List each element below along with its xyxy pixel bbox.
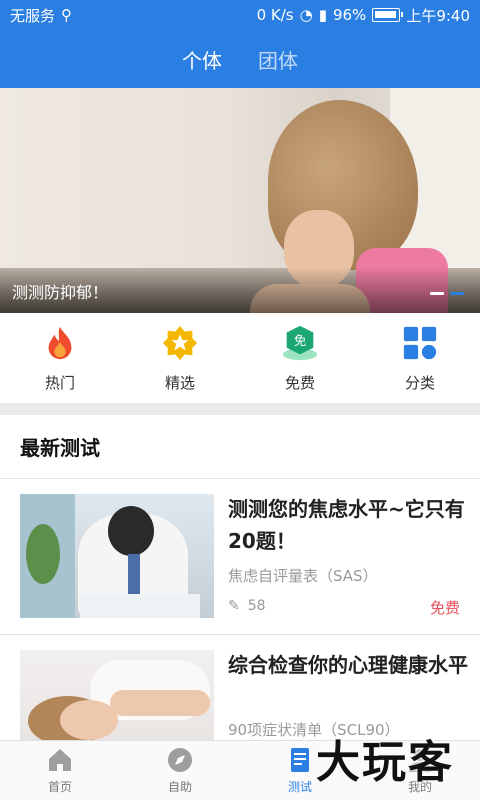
- quick-entry-hot[interactable]: 热门: [0, 313, 120, 403]
- status-bar: 无服务 ⚲ 0 K/s ◔ ▮ 96% 上午9:40: [0, 0, 480, 30]
- compass-icon: [168, 748, 192, 772]
- book-icon: [291, 748, 309, 772]
- quick-entry-label: 分类: [404, 373, 435, 392]
- quick-entry-featured[interactable]: 精选: [120, 313, 240, 403]
- nav-label: 测试: [287, 780, 312, 794]
- quick-entry-row: 热门 精选 免 免费 分类: [0, 313, 480, 403]
- carousel-dot-active: [450, 292, 464, 295]
- test-title: 测测您的焦虑水平~它只有20题！: [228, 497, 465, 553]
- test-thumbnail: [20, 650, 214, 740]
- nav-label: 自助: [167, 780, 192, 794]
- test-subtitle: 焦虑自评量表（SAS）: [228, 567, 378, 585]
- quick-entry-free[interactable]: 免 免费: [240, 313, 360, 403]
- clock: 上午9:40: [406, 6, 470, 25]
- signal-icon: ▮: [318, 6, 327, 24]
- thumb-face: [60, 700, 118, 740]
- tab-group[interactable]: 团体: [258, 45, 298, 74]
- quick-entry-label: 热门: [44, 373, 75, 392]
- nav-home[interactable]: 首页: [0, 741, 120, 800]
- carousel-dot: [430, 292, 444, 295]
- test-card[interactable]: 综合检查你的心理健康水平 90项症状清单（SCL90）: [0, 635, 480, 740]
- test-title: 综合检查你的心理健康水平: [228, 653, 468, 677]
- test-card[interactable]: 测测您的焦虑水平~它只有20题！ 焦虑自评量表（SAS） ✎ 58 免费: [0, 479, 480, 634]
- tab-individual[interactable]: 个体: [182, 45, 222, 74]
- flame-icon: [48, 326, 72, 359]
- network-speed: 0 K/s: [256, 6, 294, 24]
- pencil-icon: ✎: [228, 598, 240, 614]
- nav-self-help[interactable]: 自助: [120, 741, 240, 800]
- category-grid-icon: [403, 326, 437, 359]
- quick-entry-label: 免费: [284, 373, 315, 392]
- wifi-icon: ◔: [299, 6, 313, 24]
- banner-carousel[interactable]: 测测防抑郁！: [0, 88, 480, 313]
- carrier-text: 无服务: [10, 6, 56, 25]
- test-thumbnail: [20, 494, 214, 618]
- home-icon: [49, 749, 71, 771]
- nav-label: 首页: [47, 780, 72, 794]
- thumb-arm: [110, 690, 210, 716]
- banner-caption: 测测防抑郁！: [12, 283, 109, 302]
- battery-percent: 96%: [332, 6, 367, 24]
- quick-entry-label: 精选: [164, 373, 195, 392]
- thumb-papers: [80, 594, 200, 618]
- star-badge-icon: [162, 325, 198, 360]
- thumb-head: [108, 506, 154, 556]
- test-count-value: 58: [247, 598, 266, 614]
- carousel-indicator: [430, 292, 464, 295]
- battery-icon: [372, 8, 404, 22]
- section-gap: [0, 403, 480, 415]
- free-badge-text: 免: [294, 332, 306, 347]
- test-price: 免费: [429, 599, 460, 617]
- quick-entry-category[interactable]: 分类: [360, 313, 480, 403]
- usb-icon: ⚲: [61, 6, 73, 24]
- thumb-plant: [26, 524, 60, 584]
- watermark-logo: 大玩客: [316, 737, 454, 788]
- free-badge-icon: 免: [282, 325, 318, 360]
- section-title: 最新测试: [20, 436, 100, 460]
- header-tabs: 个体 团体: [0, 30, 480, 88]
- test-count: ✎ 58: [228, 598, 266, 614]
